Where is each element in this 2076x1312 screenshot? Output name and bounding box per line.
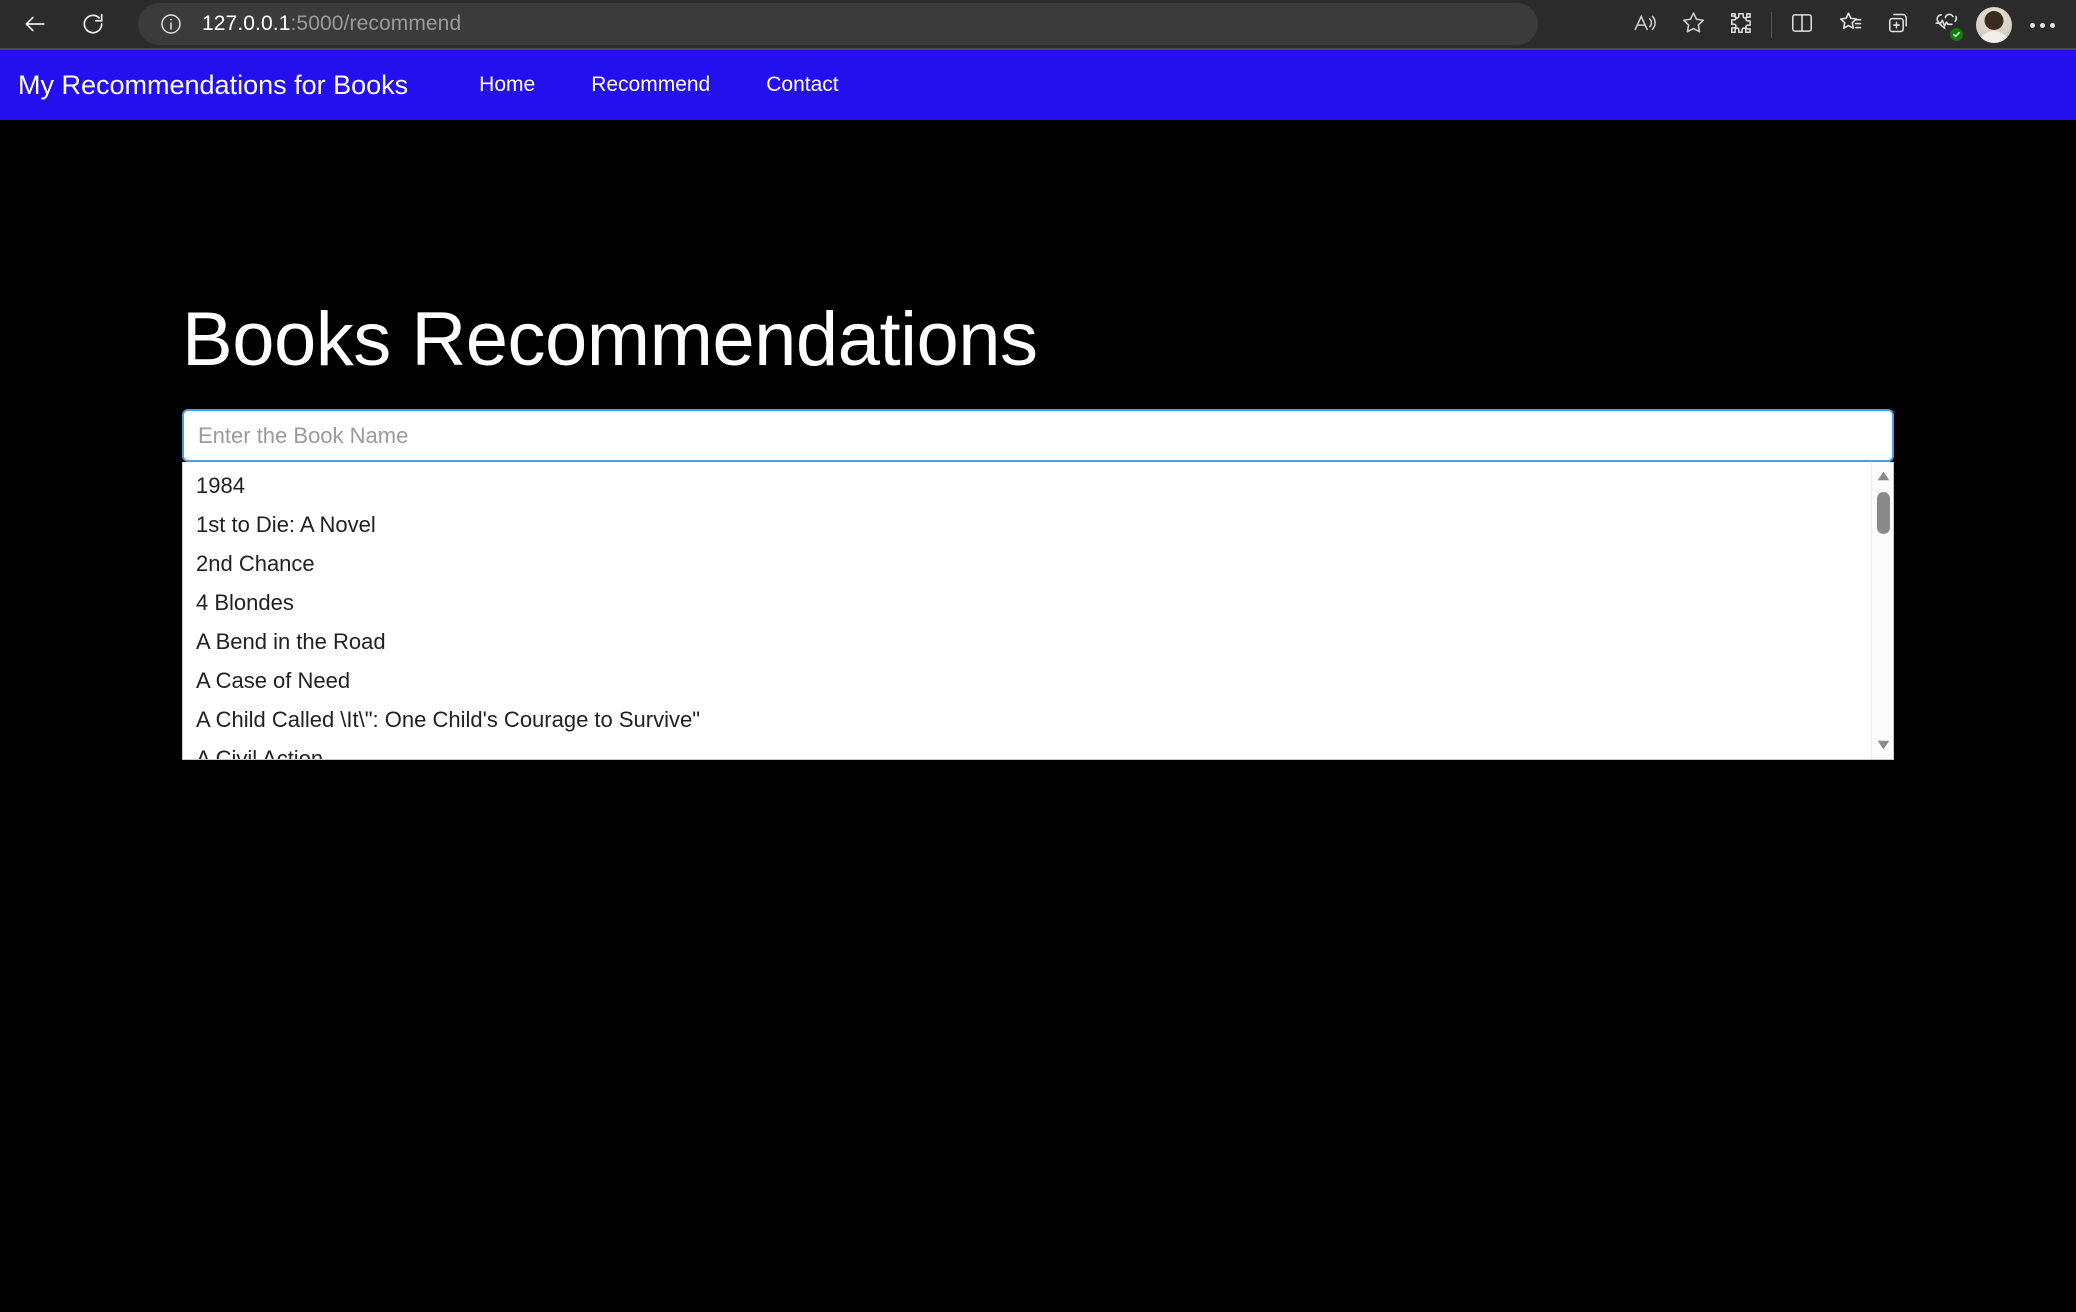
- scroll-up-arrow-icon[interactable]: [1872, 465, 1893, 487]
- browser-toolbar: 127.0.0.1:5000/recommend: [0, 0, 2076, 50]
- reload-button[interactable]: [70, 1, 116, 47]
- settings-more-icon: [2029, 22, 2055, 28]
- suggestion-item[interactable]: 4 Blondes: [183, 583, 1871, 622]
- address-bar[interactable]: 127.0.0.1:5000/recommend: [138, 3, 1538, 45]
- read-aloud-button[interactable]: [1621, 2, 1669, 48]
- extensions-button[interactable]: [1717, 2, 1765, 48]
- favorite-button[interactable]: [1669, 2, 1717, 48]
- book-suggestions-dropdown: 1984 1st to Die: A Novel 2nd Chance 4 Bl…: [182, 462, 1894, 760]
- collections-button[interactable]: [1874, 2, 1922, 48]
- reload-icon: [80, 11, 106, 37]
- suggestion-item[interactable]: 1st to Die: A Novel: [183, 505, 1871, 544]
- nav-link-recommend[interactable]: Recommend: [563, 73, 738, 97]
- url-text: 127.0.0.1:5000/recommend: [202, 12, 461, 36]
- suggestion-item[interactable]: A Child Called \It\": One Child's Courag…: [183, 700, 1871, 739]
- suggestion-item[interactable]: A Civil Action: [183, 739, 1871, 759]
- browser-toolbar-actions: [1621, 0, 2066, 50]
- essentials-status-badge: [1950, 28, 1963, 41]
- site-brand[interactable]: My Recommendations for Books: [18, 70, 408, 101]
- suggestion-item[interactable]: A Case of Need: [183, 661, 1871, 700]
- book-name-input[interactable]: [182, 409, 1894, 462]
- nav-link-contact[interactable]: Contact: [738, 73, 866, 97]
- site-info-icon[interactable]: [156, 9, 186, 39]
- split-screen-button[interactable]: [1778, 2, 1826, 48]
- page-title: Books Recommendations: [182, 297, 1038, 382]
- back-arrow-icon: [22, 11, 48, 37]
- site-nav-links: Home Recommend Contact: [451, 73, 866, 97]
- settings-more-button[interactable]: [2018, 2, 2066, 48]
- page-content: Books Recommendations 1984 1st to Die: A…: [0, 120, 2076, 1312]
- favorite-star-icon: [1680, 9, 1707, 41]
- extensions-puzzle-icon: [1728, 10, 1754, 41]
- read-aloud-icon: [1632, 10, 1658, 41]
- favorites-list-icon: [1837, 9, 1864, 41]
- collections-add-icon: [1885, 10, 1911, 41]
- back-button[interactable]: [12, 1, 58, 47]
- url-path: :5000/recommend: [290, 12, 462, 35]
- suggestions-scrollbar[interactable]: [1871, 462, 1893, 759]
- nav-link-home[interactable]: Home: [451, 73, 563, 97]
- site-navbar: My Recommendations for Books Home Recomm…: [0, 50, 2076, 120]
- url-host: 127.0.0.1: [202, 12, 291, 35]
- suggestion-item[interactable]: A Bend in the Road: [183, 622, 1871, 661]
- profile-button[interactable]: [1970, 2, 2018, 48]
- favorites-list-button[interactable]: [1826, 2, 1874, 48]
- split-screen-icon: [1789, 10, 1815, 41]
- book-suggestions-list: 1984 1st to Die: A Novel 2nd Chance 4 Bl…: [183, 462, 1871, 759]
- scrollbar-thumb[interactable]: [1877, 492, 1890, 534]
- suggestion-item[interactable]: 1984: [183, 466, 1871, 505]
- scroll-down-arrow-icon[interactable]: [1872, 734, 1893, 756]
- toolbar-divider: [1771, 12, 1772, 38]
- profile-avatar: [1976, 7, 2012, 43]
- suggestion-item[interactable]: 2nd Chance: [183, 544, 1871, 583]
- book-search-area: 1984 1st to Die: A Novel 2nd Chance 4 Bl…: [182, 409, 1894, 760]
- browser-essentials-button[interactable]: [1922, 2, 1970, 48]
